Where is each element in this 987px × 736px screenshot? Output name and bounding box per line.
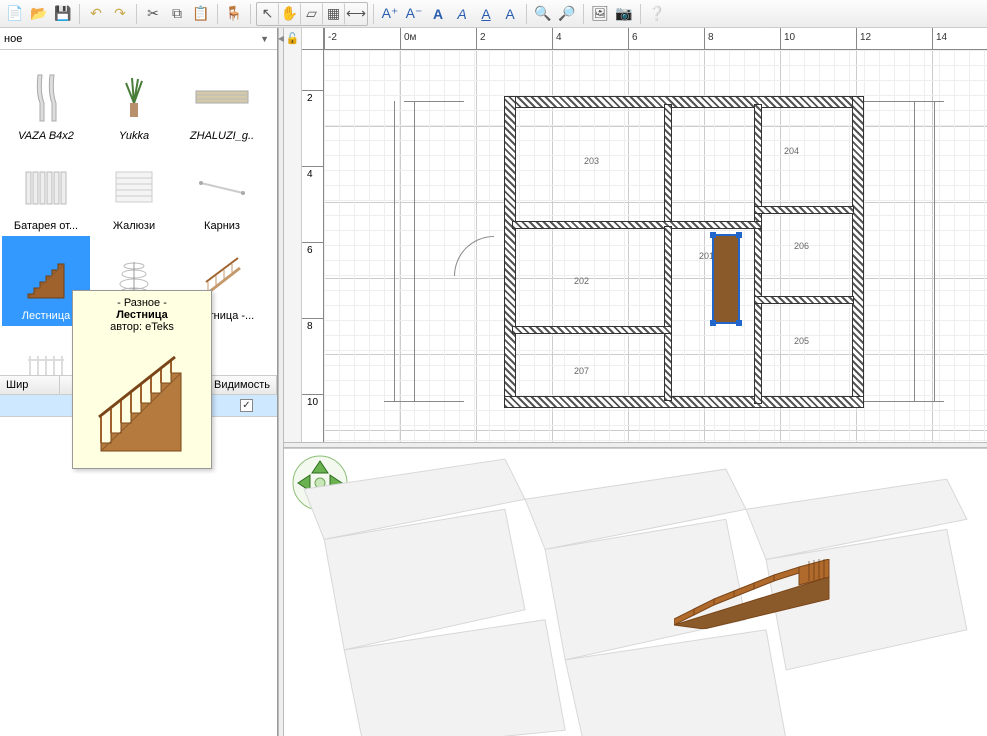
main-toolbar: 📄 📂 💾 ↶ ↷ ✂ ⧉ 📋 🪑 ↖ ✋ ▱ ▦ ⟷ A⁺ A⁻ A A A … <box>0 0 987 28</box>
text-underline-icon[interactable]: A <box>475 3 497 25</box>
floor-plan: 203 204 202 201 206 205 207 <box>464 76 904 426</box>
catalog-item-radiator[interactable]: Батарея от... <box>2 146 90 236</box>
add-furniture-icon[interactable]: 🪑 <box>223 3 245 25</box>
stair-object-plan[interactable] <box>712 234 740 324</box>
furniture-tooltip: - Разное - Лестница автор: eTeks <box>72 290 212 469</box>
horizontal-ruler: -2 0м 2 4 6 8 10 12 14 <box>324 28 987 50</box>
stair-object-3d[interactable] <box>674 559 834 629</box>
cut-icon[interactable]: ✂ <box>142 3 164 25</box>
view-3d[interactable] <box>284 448 987 736</box>
column-width[interactable]: Шир <box>0 376 60 394</box>
help-icon[interactable]: ❔ <box>646 3 668 25</box>
zoom-out-icon[interactable]: 🔎 <box>556 3 578 25</box>
select-tool-icon[interactable]: ↖ <box>257 3 279 25</box>
walls-3d <box>284 449 987 736</box>
fence-icon <box>16 340 76 375</box>
blind-horizontal-icon <box>192 70 252 126</box>
catalog-item-zhaluzi[interactable]: Жалюзи <box>90 146 178 236</box>
room-tool-icon[interactable]: ▦ <box>323 3 345 25</box>
zoom-in-icon[interactable]: 🔍 <box>532 3 554 25</box>
undo-icon[interactable]: ↶ <box>85 3 107 25</box>
camera-icon[interactable]: 📷 <box>613 3 635 25</box>
text-bold-icon[interactable]: A <box>427 3 449 25</box>
tooltip-preview-icon <box>87 339 197 459</box>
right-panel: 🔓 -2 0м 2 4 6 8 10 12 14 <box>284 28 987 736</box>
catalog-item-karniz[interactable]: Карниз <box>178 146 266 236</box>
staircase-icon <box>16 250 76 306</box>
paste-icon[interactable]: 📋 <box>190 3 212 25</box>
tooltip-category: - Разное - <box>79 297 205 309</box>
tooltip-name: Лестница <box>79 309 205 321</box>
catalog-item-vaza[interactable]: VAZA B4x2 <box>2 56 90 146</box>
category-selector[interactable]: ное ▼ <box>0 28 277 50</box>
ruler-corner <box>302 28 324 50</box>
text-size-minus-icon[interactable]: A⁻ <box>403 3 425 25</box>
open-file-icon[interactable]: 📂 <box>28 3 50 25</box>
save-icon[interactable]: 💾 <box>52 3 74 25</box>
tooltip-author: автор: eTeks <box>79 321 205 333</box>
curtain-rod-icon <box>192 160 252 216</box>
plan-view[interactable]: 🔓 -2 0м 2 4 6 8 10 12 14 <box>284 28 987 442</box>
chevron-down-icon[interactable]: ▼ <box>256 34 273 44</box>
wall-tool-icon[interactable]: ▱ <box>301 3 323 25</box>
dimension-tool-icon[interactable]: ⟷ <box>345 3 367 25</box>
catalog-item-zhaluzi-g[interactable]: ZHALUZI_g.. <box>178 56 266 146</box>
vertical-ruler: 2 4 6 8 10 <box>302 50 324 442</box>
plan-canvas[interactable]: 203 204 202 201 206 205 207 <box>324 50 987 442</box>
text-size-plus-icon[interactable]: A⁺ <box>379 3 401 25</box>
tool-mode-group: ↖ ✋ ▱ ▦ ⟷ <box>256 2 368 26</box>
blinds-icon <box>104 160 164 216</box>
photo-icon[interactable]: 🖼 <box>589 3 611 25</box>
radiator-icon <box>16 160 76 216</box>
pan-tool-icon[interactable]: ✋ <box>279 3 301 25</box>
visibility-checkbox[interactable]: ✓ <box>240 399 253 412</box>
vase-icon <box>16 70 76 126</box>
category-label: ное <box>4 33 256 45</box>
text-italic-icon[interactable]: A <box>451 3 473 25</box>
text-color-icon[interactable]: A <box>499 3 521 25</box>
lock-column[interactable]: 🔓 <box>284 28 302 442</box>
new-file-icon[interactable]: 📄 <box>4 3 26 25</box>
plant-icon <box>104 70 164 126</box>
redo-icon[interactable]: ↷ <box>109 3 131 25</box>
copy-icon[interactable]: ⧉ <box>166 3 188 25</box>
catalog-item-yukka[interactable]: Yukka <box>90 56 178 146</box>
